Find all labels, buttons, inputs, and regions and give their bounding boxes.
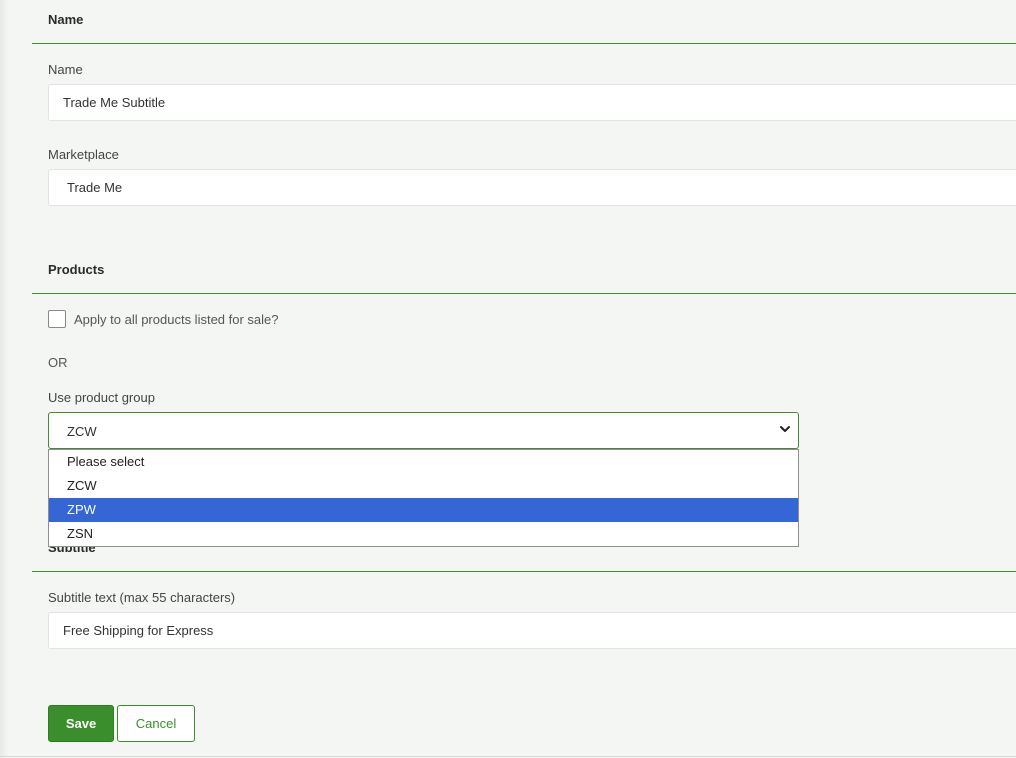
chevron-down-icon — [780, 426, 790, 432]
divider — [32, 571, 1016, 572]
product-group-dropdown: Please select ZCW ZPW ZSN — [48, 449, 799, 547]
dropdown-option-zsn[interactable]: ZSN — [49, 522, 798, 546]
name-input-value: Trade Me Subtitle — [63, 95, 166, 110]
product-group-label: Use product group — [48, 390, 155, 405]
dropdown-option-zcw[interactable]: ZCW — [49, 474, 798, 498]
name-input[interactable]: Trade Me Subtitle — [48, 84, 1016, 121]
divider — [32, 43, 1016, 44]
marketplace-value: Trade Me — [67, 180, 123, 195]
cancel-button[interactable]: Cancel — [117, 705, 195, 742]
page-edge — [0, 0, 8, 758]
dropdown-option-zpw[interactable]: ZPW — [49, 498, 798, 522]
subtitle-text-input[interactable]: Free Shipping for Express — [48, 612, 1016, 649]
section-title-name: Name — [48, 12, 84, 27]
marketplace-field[interactable]: Trade Me — [48, 169, 1016, 206]
apply-all-checkbox[interactable] — [48, 310, 66, 328]
divider — [32, 293, 1016, 294]
or-text: OR — [48, 355, 68, 370]
marketplace-label: Marketplace — [48, 147, 119, 162]
save-button[interactable]: Save — [48, 705, 114, 742]
apply-all-label[interactable]: Apply to all products listed for sale? — [74, 312, 279, 327]
product-group-value: ZCW — [67, 424, 97, 439]
subtitle-text-label: Subtitle text (max 55 characters) — [48, 590, 236, 605]
name-label: Name — [48, 62, 83, 77]
dropdown-option-please-select[interactable]: Please select — [49, 450, 798, 474]
subtitle-text-value: Free Shipping for Express — [63, 623, 214, 638]
divider — [0, 756, 1016, 757]
section-title-products: Products — [48, 262, 105, 277]
product-group-select[interactable]: ZCW — [48, 412, 799, 449]
